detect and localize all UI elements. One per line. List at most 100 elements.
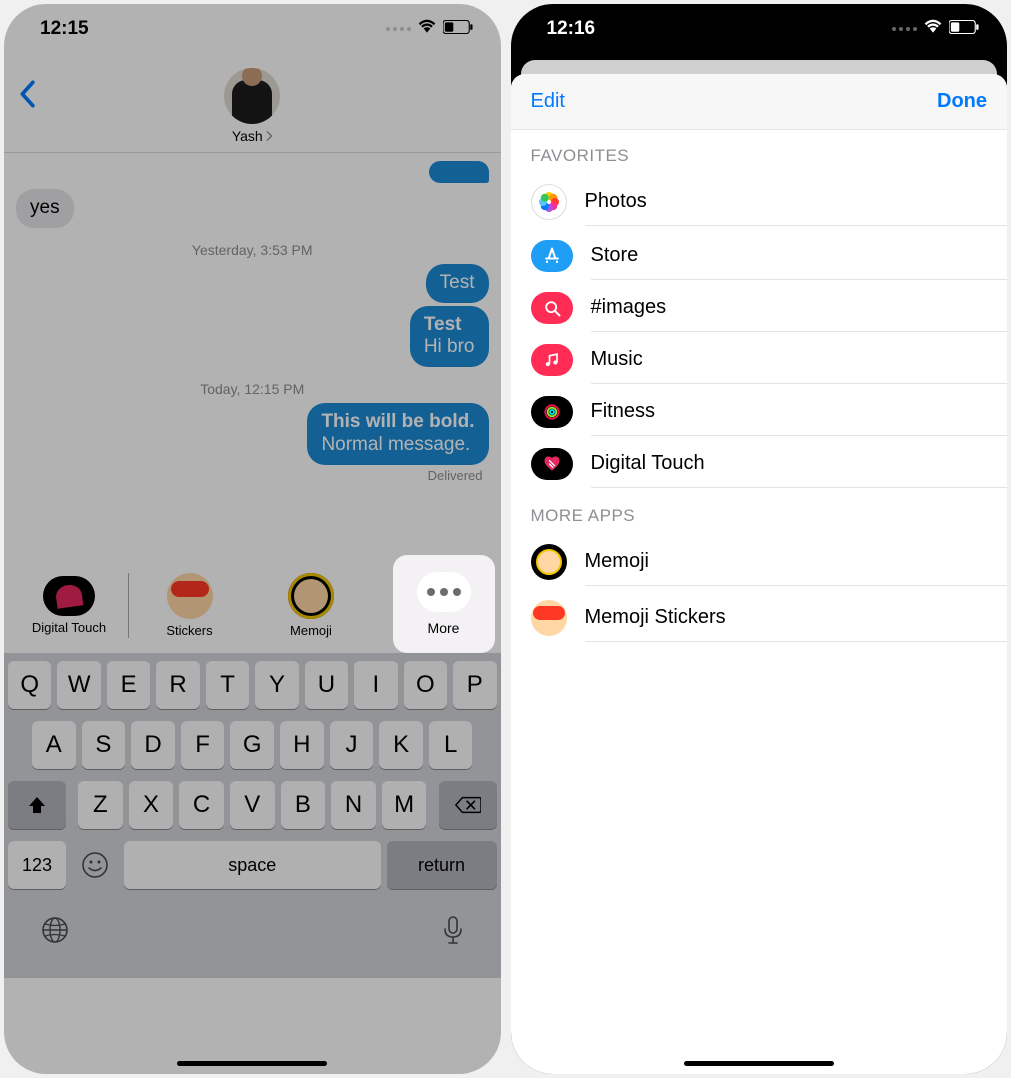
home-indicator[interactable]	[177, 1061, 327, 1066]
emoji-key[interactable]	[72, 841, 118, 889]
status-icons	[386, 18, 473, 40]
return-key[interactable]: return	[387, 841, 497, 889]
row-label: Music	[591, 336, 1008, 384]
more-apps-button[interactable]: More	[393, 555, 495, 653]
row-label: Digital Touch	[591, 440, 1008, 488]
edit-button[interactable]: Edit	[531, 90, 565, 113]
moreapp-memoji-stickers[interactable]: Memoji Stickers	[511, 590, 1008, 646]
done-button[interactable]: Done	[937, 90, 987, 113]
outgoing-bubble-partial	[429, 161, 489, 183]
status-bar: 12:15	[4, 4, 501, 54]
key-o[interactable]: O	[404, 661, 447, 709]
images-icon	[531, 292, 573, 324]
key-e[interactable]: E	[107, 661, 150, 709]
status-time: 12:16	[547, 18, 596, 40]
timestamp: Today, 12:15 PM	[16, 381, 489, 397]
key-w[interactable]: W	[57, 661, 100, 709]
app-memoji[interactable]: Memoji	[250, 573, 372, 638]
favorite-images[interactable]: #images	[511, 282, 1008, 334]
key-j[interactable]: J	[330, 721, 374, 769]
row-label: Photos	[585, 178, 1008, 226]
row-label: Memoji Stickers	[585, 594, 1008, 642]
row-label: #images	[591, 284, 1008, 332]
contact-name: Yash	[232, 128, 263, 144]
timestamp: Yesterday, 3:53 PM	[16, 242, 489, 258]
favorite-photos[interactable]: Photos	[511, 174, 1008, 230]
more-apps-section-title: MORE APPS	[511, 490, 1008, 534]
key-h[interactable]: H	[280, 721, 324, 769]
key-p[interactable]: P	[453, 661, 496, 709]
key-k[interactable]: K	[379, 721, 423, 769]
key-v[interactable]: V	[230, 781, 275, 829]
digital-touch-icon	[531, 448, 573, 480]
app-digital-touch[interactable]: Digital Touch	[8, 576, 130, 635]
key-i[interactable]: I	[354, 661, 397, 709]
key-u[interactable]: U	[305, 661, 348, 709]
favorite-fitness[interactable]: Fitness	[511, 386, 1008, 438]
digital-touch-icon	[43, 576, 95, 616]
status-icons	[892, 18, 979, 40]
key-t[interactable]: T	[206, 661, 249, 709]
key-a[interactable]: A	[32, 721, 76, 769]
key-f[interactable]: F	[181, 721, 225, 769]
shift-key[interactable]	[8, 781, 66, 829]
chevron-right-icon	[265, 131, 273, 141]
stickers-icon	[167, 573, 213, 619]
key-c[interactable]: C	[179, 781, 224, 829]
key-q[interactable]: Q	[8, 661, 51, 709]
key-s[interactable]: S	[82, 721, 126, 769]
memoji-stickers-icon	[531, 600, 567, 636]
wifi-icon	[923, 18, 943, 40]
outgoing-bubble: This will be bold. Normal message.	[307, 403, 488, 465]
moreapp-memoji[interactable]: Memoji	[511, 534, 1008, 590]
key-b[interactable]: B	[281, 781, 326, 829]
music-icon	[531, 344, 573, 376]
favorite-music[interactable]: Music	[511, 334, 1008, 386]
outgoing-bubble: Test	[426, 264, 489, 303]
appstore-icon	[531, 240, 573, 272]
key-n[interactable]: N	[331, 781, 376, 829]
favorites-section-title: FAVORITES	[511, 130, 1008, 174]
imessage-app-drawer[interactable]: Digital Touch Stickers Memoji More	[4, 553, 501, 653]
back-button[interactable]	[18, 80, 36, 113]
battery-icon	[949, 18, 979, 40]
contact-avatar[interactable]	[224, 68, 280, 124]
photos-icon	[531, 184, 567, 220]
keyboard[interactable]: QWERTYUIOP ASDFGHJKL ZXCVBNM 123 space r…	[4, 653, 501, 978]
space-key[interactable]: space	[124, 841, 381, 889]
delivered-label: Delivered	[16, 468, 489, 483]
key-m[interactable]: M	[382, 781, 427, 829]
dictation-icon[interactable]	[441, 915, 465, 952]
conversation-header: Yash	[4, 54, 501, 153]
home-indicator[interactable]	[684, 1061, 834, 1066]
app-stickers[interactable]: Stickers	[128, 573, 250, 638]
contact-name-row[interactable]: Yash	[232, 128, 273, 144]
key-g[interactable]: G	[230, 721, 274, 769]
row-label: Store	[591, 232, 1008, 280]
more-icon	[417, 572, 471, 612]
cellular-dots-icon	[386, 27, 411, 31]
sheet-stack: Edit Done FAVORITES Photos Store	[511, 60, 1008, 1074]
screenshot-right: 12:16 Edit Done FAVORITES Photos	[511, 4, 1008, 1074]
screenshot-left: 12:15 Yash yes Yesterday, 3:53 PM Test T…	[4, 4, 501, 1074]
favorite-store[interactable]: Store	[511, 230, 1008, 282]
status-bar: 12:16	[511, 4, 1008, 54]
key-x[interactable]: X	[129, 781, 174, 829]
key-r[interactable]: R	[156, 661, 199, 709]
backspace-key[interactable]	[439, 781, 497, 829]
key-z[interactable]: Z	[78, 781, 123, 829]
numbers-key[interactable]: 123	[8, 841, 66, 889]
globe-icon[interactable]	[40, 915, 70, 952]
battery-icon	[443, 18, 473, 40]
key-y[interactable]: Y	[255, 661, 298, 709]
status-time: 12:15	[40, 18, 89, 40]
key-d[interactable]: D	[131, 721, 175, 769]
fitness-icon	[531, 396, 573, 428]
row-label: Memoji	[585, 538, 1008, 586]
key-l[interactable]: L	[429, 721, 473, 769]
message-thread[interactable]: yes Yesterday, 3:53 PM Test Test Hi bro …	[4, 153, 501, 553]
favorite-digital-touch[interactable]: Digital Touch	[511, 438, 1008, 490]
cellular-dots-icon	[892, 27, 917, 31]
memoji-icon	[288, 573, 334, 619]
wifi-icon	[417, 18, 437, 40]
